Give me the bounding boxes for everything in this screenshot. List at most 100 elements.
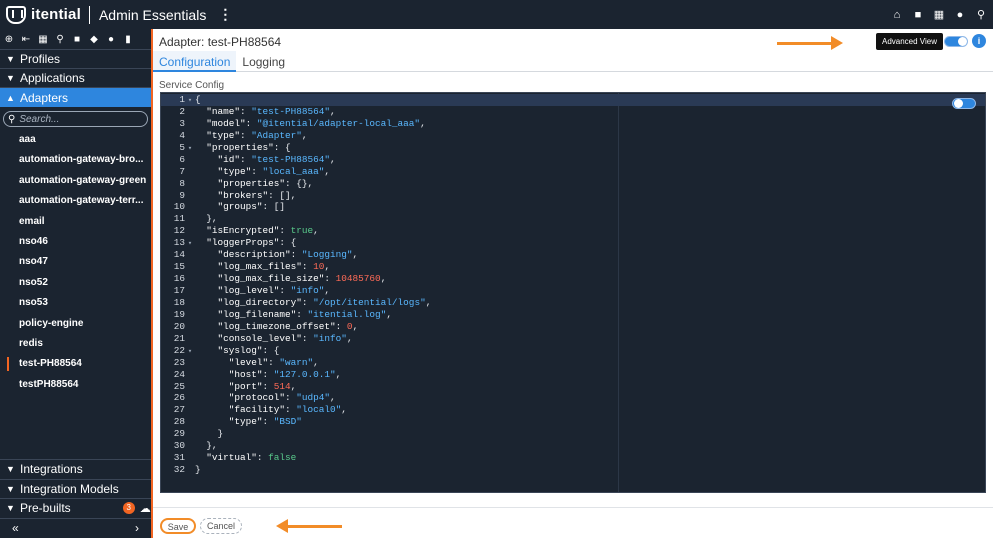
account-icon[interactable]: ● bbox=[106, 34, 116, 45]
adapter-search-box[interactable]: ⚲ bbox=[3, 111, 148, 127]
adapter-item[interactable]: policy-engine bbox=[0, 314, 151, 334]
search-icon: ⚲ bbox=[8, 113, 16, 125]
service-config-label: Service Config bbox=[159, 80, 225, 91]
code-lines: 1 ▾{ 2 "name": "test-PH88564", 3 "model":… bbox=[161, 94, 985, 476]
app-name: Admin Essentials bbox=[98, 6, 207, 23]
code-line: 3 "model": "@itential/adapter-local_aaa"… bbox=[179, 117, 426, 129]
briefcase-icon[interactable]: ■ bbox=[72, 34, 82, 45]
tab-configuration[interactable]: Configuration bbox=[153, 51, 237, 72]
code-line: 2 "name": "test-PH88564", bbox=[179, 105, 336, 117]
kebab-icon[interactable]: ⋮ bbox=[218, 6, 232, 23]
code-line: 11 }, bbox=[173, 213, 218, 225]
code-line: 9 "brokers": [], bbox=[179, 189, 297, 201]
adapter-item[interactable]: automation-gateway-terr... bbox=[0, 191, 151, 211]
document-icon[interactable]: ▮ bbox=[123, 34, 133, 45]
brand-name: itential bbox=[31, 6, 81, 23]
adapter-item[interactable]: automation-gateway-bro... bbox=[0, 150, 151, 170]
grid-icon[interactable]: ▦ bbox=[38, 34, 48, 45]
sidebar-section-label: Pre-builts bbox=[20, 501, 71, 516]
editor-theme-toggle[interactable] bbox=[952, 98, 976, 109]
code-line: 27 "facility": "local0", bbox=[173, 404, 347, 416]
code-line: 18 "log_directory": "/opt/itential/logs"… bbox=[173, 296, 432, 308]
chevron-down-icon: ▼ bbox=[6, 54, 15, 64]
code-line: 17 "log_level": "info", bbox=[173, 285, 331, 296]
cancel-button[interactable]: Cancel bbox=[200, 518, 242, 534]
code-line: 13 ▾ "loggerProps": { bbox=[173, 237, 297, 249]
adapter-item[interactable]: automation-gateway-green bbox=[0, 171, 151, 191]
tab-bar: Configuration Logging bbox=[153, 51, 993, 72]
tab-logging[interactable]: Logging bbox=[236, 51, 291, 72]
code-line: 28 "type": "BSD" bbox=[173, 416, 302, 428]
adapter-item[interactable]: testPH88564 bbox=[0, 375, 151, 395]
grid-icon[interactable]: ▦ bbox=[933, 8, 945, 21]
tag-icon[interactable]: ◆ bbox=[89, 34, 99, 45]
code-line: 6 "id": "test-PH88564", bbox=[179, 153, 336, 165]
sidebar-section-label: Integrations bbox=[20, 462, 83, 477]
code-line: 14 "description": "Logging", bbox=[173, 249, 359, 261]
sidebar: ⊕ ⇤ ▦ ⚲ ■ ◆ ● ▮ ▼ Profiles ▼ Application… bbox=[0, 29, 151, 538]
save-button[interactable]: Save bbox=[160, 518, 196, 534]
top-icons: ⌂ ■ ▦ ● ⚲ bbox=[891, 0, 987, 29]
code-line: 12 "isEncrypted": true, bbox=[173, 225, 319, 237]
sidebar-section-applications[interactable]: ▼ Applications bbox=[0, 69, 151, 88]
toggle-knob bbox=[958, 37, 967, 46]
sidebar-section-pre-builts[interactable]: ▼ Pre-builts 3 ☁ bbox=[0, 498, 151, 518]
search-icon[interactable]: ⚲ bbox=[975, 8, 987, 21]
import-icon[interactable]: ⇤ bbox=[21, 34, 31, 45]
adapter-item[interactable]: redis bbox=[0, 334, 151, 354]
adapter-item[interactable]: aaa bbox=[0, 130, 151, 150]
toggle-knob bbox=[954, 99, 963, 108]
itential-logo-icon bbox=[6, 5, 26, 24]
adapter-search: ⚲ bbox=[0, 107, 151, 130]
chevron-down-icon: ▼ bbox=[6, 73, 15, 83]
add-icon[interactable]: ⊕ bbox=[4, 34, 14, 45]
brand-divider bbox=[88, 5, 90, 24]
code-line: 10 "groups": [] bbox=[173, 201, 286, 213]
adapter-item[interactable]: email bbox=[0, 212, 151, 232]
adapter-list: aaa automation-gateway-bro... automation… bbox=[0, 130, 151, 395]
adapter-item[interactable]: nso53 bbox=[0, 293, 151, 313]
advanced-view-toggle[interactable] bbox=[944, 36, 968, 47]
chevron-up-icon: ▲ bbox=[6, 92, 15, 103]
sidebar-section-integration-models[interactable]: ▼ Integration Models bbox=[0, 478, 151, 499]
chevron-down-icon: ▼ bbox=[6, 483, 15, 494]
advanced-view-tooltip: Advanced View bbox=[876, 33, 943, 50]
code-line: 26 "protocol": "udp4", bbox=[173, 392, 336, 404]
cloud-icon[interactable]: ☁ bbox=[140, 502, 151, 515]
code-line: 5 ▾ "properties": { bbox=[179, 141, 291, 153]
brand[interactable]: itential Admin Essentials bbox=[0, 5, 207, 24]
code-editor[interactable]: 1 ▾{ 2 "name": "test-PH88564", 3 "model":… bbox=[160, 92, 986, 493]
briefcase-icon[interactable]: ■ bbox=[912, 9, 924, 21]
adapter-item[interactable]: nso47 bbox=[0, 252, 151, 272]
code-line: 22 ▾ "syslog": { bbox=[173, 344, 280, 356]
code-line: 8 "properties": {}, bbox=[179, 177, 314, 189]
code-line: 16 "log_max_file_size": 10485760, bbox=[173, 273, 387, 285]
home-icon[interactable]: ⌂ bbox=[891, 9, 903, 21]
adapter-item[interactable]: nso46 bbox=[0, 232, 151, 252]
user-icon[interactable]: ● bbox=[954, 9, 966, 21]
code-line: 4 "type": "Adapter", bbox=[179, 129, 308, 141]
top-bar: itential Admin Essentials ⋮ ⌂ ■ ▦ ● ⚲ bbox=[0, 0, 993, 29]
sidebar-section-profiles[interactable]: ▼ Profiles bbox=[0, 50, 151, 69]
adapter-item-selected[interactable]: test-PH88564 bbox=[0, 354, 151, 374]
main-panel: Adapter: test-PH88564 Advanced View i Co… bbox=[151, 29, 993, 538]
pre-builts-count-badge: 3 bbox=[122, 502, 135, 515]
info-icon[interactable]: i bbox=[972, 34, 986, 48]
search-icon[interactable]: ⚲ bbox=[55, 34, 65, 45]
code-line: 30 }, bbox=[173, 440, 218, 452]
code-line: 1 ▾{ bbox=[161, 94, 985, 106]
collapse-sidebar-icon[interactable]: « bbox=[12, 521, 19, 535]
adapter-search-input[interactable] bbox=[19, 113, 140, 125]
chevron-down-icon: ▼ bbox=[6, 503, 15, 514]
sidebar-section-adapters[interactable]: ▲ Adapters bbox=[0, 88, 151, 107]
code-line: 21 "console_level": "info", bbox=[173, 332, 353, 344]
code-line: 7 "type": "local_aaa", bbox=[179, 165, 331, 177]
sidebar-toolbar: ⊕ ⇤ ▦ ⚲ ■ ◆ ● ▮ bbox=[0, 29, 151, 50]
code-line: 24 "host": "127.0.0.1", bbox=[173, 368, 342, 380]
sidebar-section-integrations[interactable]: ▼ Integrations bbox=[0, 459, 151, 479]
sidebar-collapse-row: « › bbox=[0, 517, 151, 537]
adapter-item[interactable]: nso52 bbox=[0, 273, 151, 293]
code-line: 19 "log_filename": "itential.log", bbox=[173, 308, 392, 320]
expand-sidebar-icon[interactable]: › bbox=[135, 521, 139, 535]
page-title: Adapter: test-PH88564 bbox=[159, 35, 282, 49]
